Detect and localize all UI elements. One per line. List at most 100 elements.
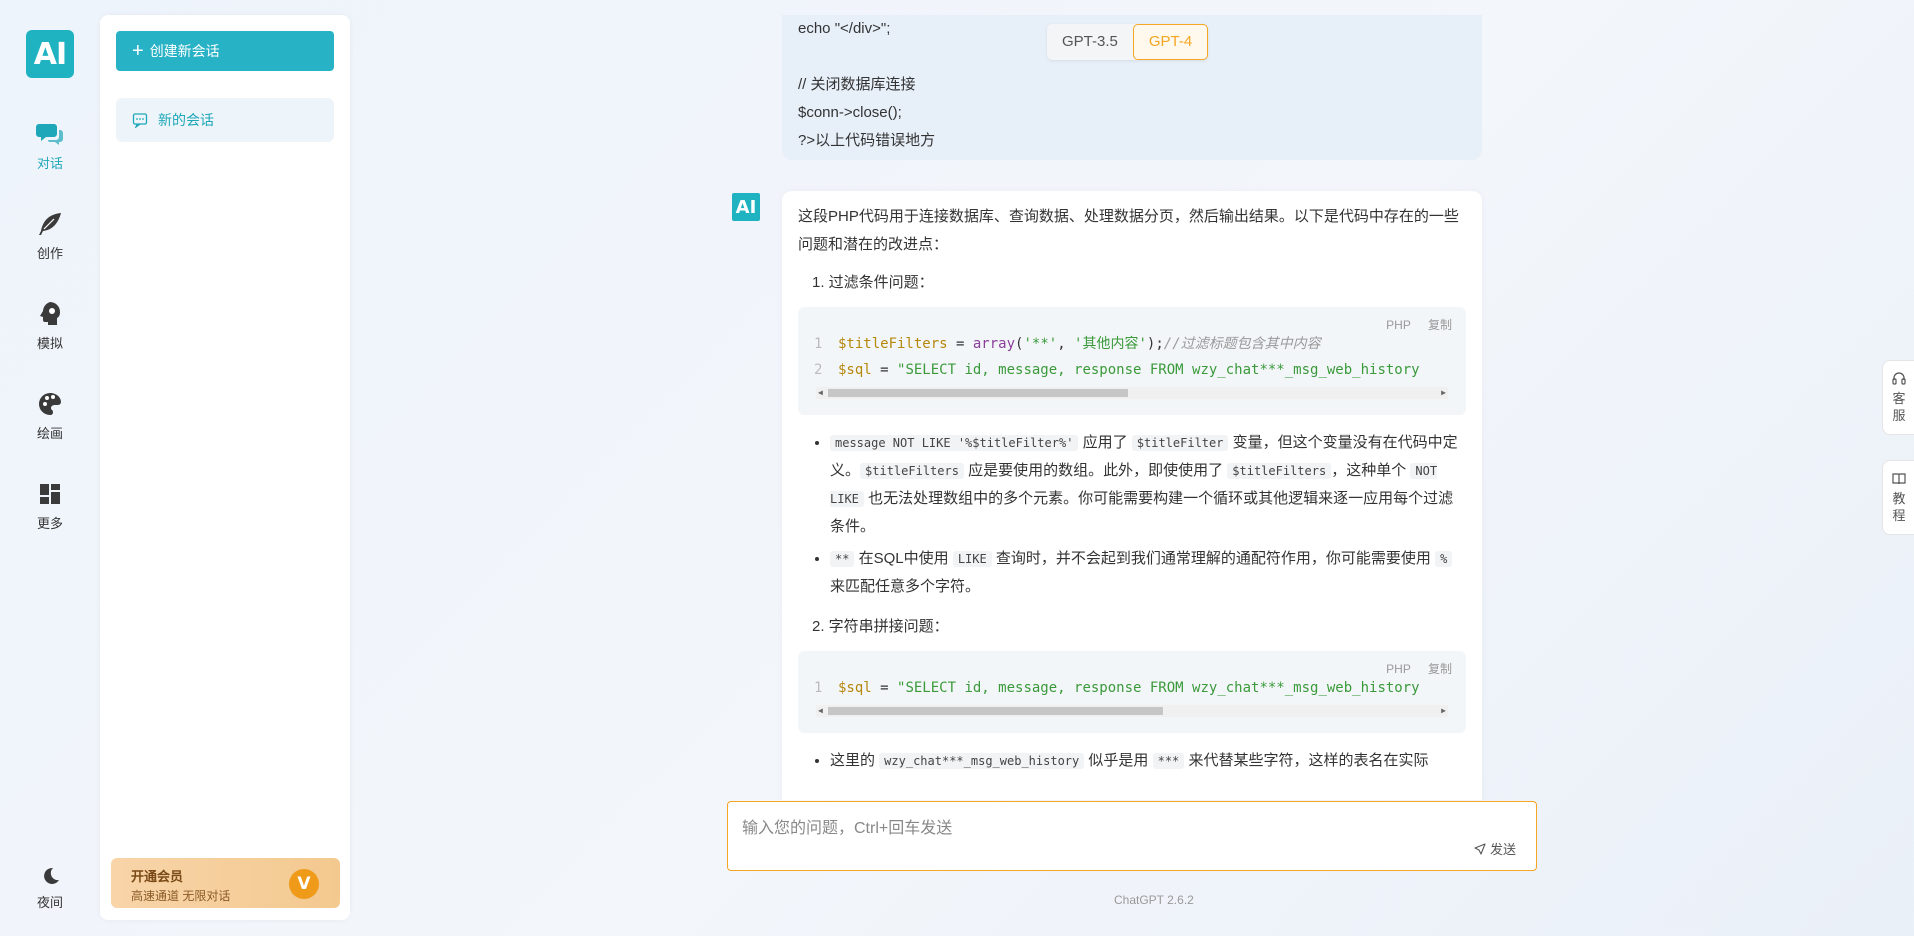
headset-icon: [1892, 372, 1906, 385]
night-label: 夜间: [36, 895, 63, 910]
conversation-label: 新的会话: [158, 112, 214, 128]
bullet-item: message NOT LIKE '%$titleFilter%' 应用了 $t…: [830, 429, 1466, 541]
bullet-list-1: message NOT LIKE '%$titleFilter%' 应用了 $t…: [798, 429, 1466, 601]
code-lines: 1 $sql = "SELECT id, message, response FR…: [814, 675, 1450, 701]
user-message-line: $conn->close();: [798, 104, 902, 121]
version-label: ChatGPT 2.6.2: [1114, 893, 1194, 907]
bullet-text: 应是要使用的数组。此外，即使使用了: [963, 462, 1228, 479]
code-token: $sql: [838, 680, 872, 696]
nav-simulate-label: 模拟: [36, 336, 63, 351]
vip-badge-icon: V: [289, 869, 319, 899]
model-gpt4-button[interactable]: GPT-4: [1132, 24, 1209, 60]
inline-code: LIKE: [952, 551, 992, 567]
conversation-panel: + 创建新会话 新的会话 开通会员 高速通道 无限对话 V: [100, 15, 350, 920]
inline-code: $titleFilter: [1131, 435, 1229, 451]
bullet-list-2: 这里的 wzy_chat***_msg_web_history 似乎是用 ***…: [798, 747, 1466, 775]
message-input[interactable]: [728, 802, 1536, 870]
plus-icon: +: [132, 40, 144, 62]
inline-code: $titleFilters: [860, 463, 964, 479]
line-number: 1: [814, 680, 823, 696]
nav-more[interactable]: 更多: [20, 481, 80, 532]
code-line: 1 $titleFilters = array('**', '其他内容');//过…: [814, 331, 1450, 357]
create-new-chat-label: 创建新会话: [149, 43, 220, 59]
scroll-left-icon[interactable]: ◀: [818, 387, 823, 399]
book-icon: [1892, 473, 1906, 485]
model-gpt35-button[interactable]: GPT-3.5: [1047, 24, 1133, 60]
bullet-text: 来匹配任意多个字符。: [830, 578, 981, 595]
vip-upgrade-card[interactable]: 开通会员 高速通道 无限对话 V: [111, 858, 340, 908]
palette-icon: [39, 393, 61, 415]
code-line: 1 $sql = "SELECT id, message, response FR…: [814, 675, 1450, 701]
bullet-text: 查询时，并不会起到我们通常理解的通配符作用，你可能需要使用: [991, 550, 1436, 567]
inline-code: wzy_chat***_msg_web_history: [879, 753, 1085, 769]
code-token: $sql: [838, 362, 872, 378]
code-lang: PHP: [1386, 662, 1411, 676]
night-mode-toggle[interactable]: 夜间: [20, 866, 80, 911]
bullet-text: 这里的: [830, 752, 880, 769]
ai-message: 这段PHP代码用于连接数据库、查询数据、处理数据分页，然后输出结果。以下是代码中…: [782, 191, 1482, 800]
app-logo: AI: [26, 30, 74, 78]
nav-chat[interactable]: 对话: [20, 121, 80, 172]
service-char: 客: [1892, 391, 1906, 406]
code-token: "SELECT id, message, response FROM wzy_c…: [897, 680, 1420, 696]
customer-service-tab[interactable]: 客 服: [1882, 360, 1914, 435]
bullet-text: ，这种单个: [1331, 462, 1411, 479]
bullet-text: 来代替某些字符，这样的表名在实际: [1184, 752, 1429, 769]
code-scrollbar[interactable]: ◀ ▶: [816, 387, 1448, 399]
send-icon: [1474, 842, 1486, 855]
chat-area: echo "</div>"; // 关闭数据库连接 $conn->close()…: [730, 0, 1500, 800]
code-token: =: [947, 336, 973, 352]
inline-code: ***: [1152, 753, 1185, 769]
nav-create[interactable]: 创作: [20, 211, 80, 262]
list-item-1: 1. 过滤条件问题：: [812, 274, 934, 291]
inline-code: %: [1435, 551, 1453, 567]
tutorial-char: 教: [1892, 491, 1906, 506]
nav-simulate[interactable]: 模拟: [20, 301, 80, 352]
send-label: 发送: [1489, 842, 1516, 857]
line-number: 1: [814, 336, 823, 352]
send-button[interactable]: 发送: [1474, 839, 1516, 858]
message-icon: [132, 113, 148, 128]
inline-code: message NOT LIKE '%$titleFilter%': [830, 435, 1079, 451]
scroll-thumb[interactable]: [828, 707, 1163, 715]
nav-draw-label: 绘画: [36, 426, 63, 441]
nav-create-label: 创作: [36, 246, 63, 261]
grid-icon: [40, 484, 60, 504]
code-token: array: [972, 336, 1016, 352]
bullet-item: 这里的 wzy_chat***_msg_web_history 似乎是用 ***…: [830, 747, 1466, 775]
code-token: '**': [1023, 336, 1058, 352]
user-message-line: // 关闭数据库连接: [798, 76, 916, 93]
scroll-right-icon[interactable]: ▶: [1441, 705, 1446, 717]
bullet-item: ** 在SQL中使用 LIKE 查询时，并不会起到我们通常理解的通配符作用，你可…: [830, 545, 1466, 601]
nav-rail: AI 对话 创作 模拟 绘画 更多 夜间: [0, 0, 100, 936]
copy-button[interactable]: 复制: [1428, 662, 1452, 676]
moon-icon: [44, 867, 59, 884]
conversation-item[interactable]: 新的会话: [116, 98, 334, 142]
scroll-right-icon[interactable]: ▶: [1441, 387, 1446, 399]
code-token: =: [871, 362, 898, 378]
copy-button[interactable]: 复制: [1428, 318, 1452, 332]
chat-bubbles-icon: [36, 124, 63, 145]
code-token: "SELECT id, message, response FROM wzy_c…: [897, 362, 1420, 378]
code-lines: 1 $titleFilters = array('**', '其他内容');//过…: [814, 331, 1450, 383]
tutorial-tab[interactable]: 教 程: [1882, 460, 1914, 535]
ai-avatar: AI: [732, 193, 760, 221]
nav-chat-label: 对话: [36, 156, 63, 171]
scroll-thumb[interactable]: [828, 389, 1128, 397]
bullet-text: 似乎是用: [1084, 752, 1153, 769]
code-scrollbar[interactable]: ◀ ▶: [816, 705, 1448, 717]
user-message-line: ?>以上代码错误地方: [798, 132, 936, 149]
head-profile-icon: [40, 302, 60, 325]
code-token: );: [1146, 336, 1164, 352]
scroll-left-icon[interactable]: ◀: [818, 705, 823, 717]
feather-icon: [39, 213, 61, 235]
inline-code: **: [830, 551, 855, 567]
code-block-2: PHP 复制 1 $sql = "SELECT id, message, resp…: [798, 651, 1466, 733]
bullet-text: 应用了: [1078, 434, 1132, 451]
code-line: 2 $sql = "SELECT id, message, response FR…: [814, 357, 1450, 383]
code-token: =: [871, 680, 898, 696]
code-lang: PHP: [1386, 318, 1411, 332]
list-item-2: 2. 字符串拼接问题：: [812, 618, 949, 635]
nav-draw[interactable]: 绘画: [20, 391, 80, 442]
create-new-chat-button[interactable]: + 创建新会话: [116, 31, 334, 71]
